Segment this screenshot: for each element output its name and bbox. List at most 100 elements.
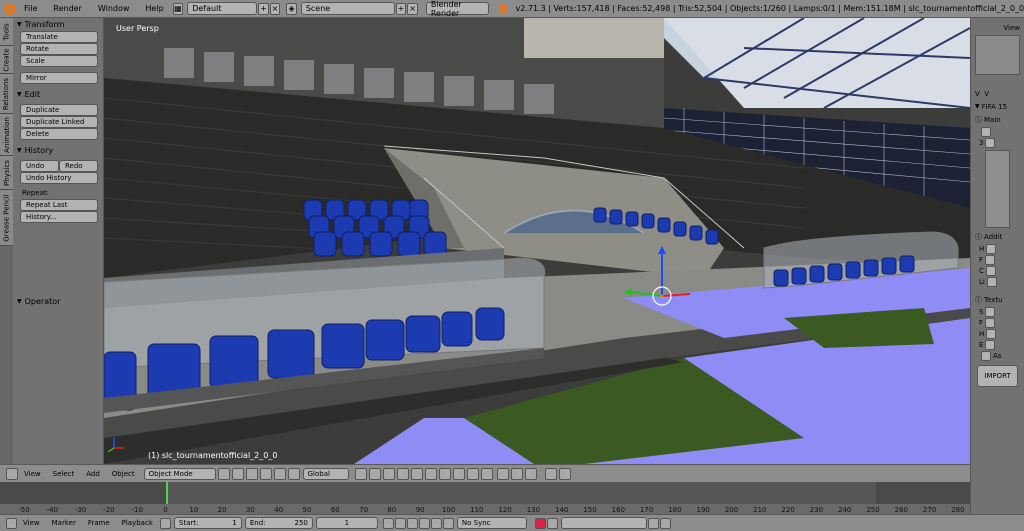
fifa-icon[interactable] (981, 126, 991, 137)
folder-icon[interactable] (985, 306, 996, 317)
menu-help[interactable]: Help (137, 4, 171, 13)
menu-object[interactable]: Object (106, 470, 141, 478)
layer-button[interactable] (466, 467, 479, 480)
duplicate-button[interactable]: Duplicate (20, 104, 98, 116)
layer-button[interactable] (480, 467, 493, 480)
history-panel-header[interactable]: ▼ History (13, 144, 103, 157)
start-frame-field[interactable]: Start: 1 (173, 517, 242, 529)
repeat-last-button[interactable]: Repeat Last (20, 199, 98, 211)
menu-window[interactable]: Window (90, 4, 138, 13)
tab-physics[interactable]: Physics (0, 156, 13, 190)
render-preview-icon[interactable] (544, 467, 557, 480)
folder-icon[interactable] (985, 254, 996, 265)
textu-subpanel-header[interactable]: ⓘ Textu (971, 293, 1024, 306)
tab-animation[interactable]: Animation (0, 114, 13, 156)
current-frame-field[interactable]: 1 (315, 517, 378, 529)
translate-manipulator-icon[interactable] (259, 467, 272, 480)
remove-scene-icon[interactable]: × (407, 2, 418, 15)
snap-icon[interactable] (510, 467, 523, 480)
folder-icon[interactable] (985, 317, 996, 328)
delete-keyframe-icon[interactable] (659, 517, 671, 529)
history-button[interactable]: History... (20, 211, 98, 223)
main-toggle[interactable] (985, 137, 996, 148)
outliner-area[interactable] (975, 35, 1020, 75)
scale-button[interactable]: Scale (20, 55, 98, 67)
rotate-button[interactable]: Rotate (20, 43, 98, 55)
timeline-editor[interactable]: -50 -40 -30 -20 -10 0 10 20 30 40 50 60 70 80 90 100 110… (0, 482, 970, 514)
blender-logo-icon[interactable] (4, 2, 16, 15)
next-keyframe-icon[interactable] (430, 517, 442, 529)
undo-history-button[interactable]: Undo History (20, 172, 98, 184)
transform-panel-header[interactable]: ▼ Transform (13, 18, 103, 31)
play-reverse-icon[interactable] (406, 517, 418, 529)
shading-icon[interactable] (217, 467, 230, 480)
import-button[interactable]: IMPORT (977, 365, 1018, 387)
menu-file[interactable]: File (16, 4, 45, 13)
menu-add[interactable]: Add (80, 470, 106, 478)
redo-button[interactable]: Redo (59, 160, 98, 172)
menu-view[interactable]: View (17, 519, 46, 527)
layer-button[interactable] (382, 467, 395, 480)
record-icon[interactable] (534, 517, 546, 529)
pivot-icon[interactable] (231, 467, 244, 480)
undo-button[interactable]: Undo (20, 160, 59, 172)
render-engine-select[interactable]: Blender Render (425, 0, 489, 18)
scene-select[interactable]: Scene (300, 2, 395, 15)
keying-set-field[interactable] (560, 517, 647, 529)
render-animation-icon[interactable] (558, 467, 571, 480)
tab-relations[interactable]: Relations (0, 74, 13, 114)
layer-button[interactable] (452, 467, 465, 480)
manipulator-toggle-icon[interactable] (245, 467, 258, 480)
snap-element-icon[interactable] (524, 467, 537, 480)
fifa-panel-header[interactable]: ▼ FIFA 15 (971, 100, 1024, 113)
tab-tools[interactable]: Tools (0, 18, 13, 46)
rotate-manipulator-icon[interactable] (273, 467, 286, 480)
layer-button[interactable] (396, 467, 409, 480)
editor-type-icon[interactable] (6, 517, 17, 529)
keying-set-icon[interactable] (546, 517, 558, 529)
folder-icon[interactable] (986, 328, 997, 339)
play-icon[interactable] (418, 517, 430, 529)
add-layout-icon[interactable]: + (258, 2, 269, 15)
menu-playback[interactable]: Playback (116, 519, 159, 527)
menu-select[interactable]: Select (47, 470, 81, 478)
jump-end-icon[interactable] (442, 517, 454, 529)
prev-keyframe-icon[interactable] (394, 517, 406, 529)
layout-select[interactable]: Default (187, 2, 258, 15)
sync-mode-select[interactable]: No Sync (456, 517, 527, 529)
layer-button[interactable] (354, 467, 367, 480)
preview-range-icon[interactable] (159, 517, 171, 529)
layer-button[interactable] (368, 467, 381, 480)
menu-view[interactable]: View (18, 470, 47, 478)
delete-button[interactable]: Delete (20, 128, 98, 140)
3d-viewport[interactable]: User Persp (1) slc_tournamentofficial_2_… (104, 18, 970, 464)
transform-orientation-select[interactable]: Global (302, 467, 349, 480)
add-scene-icon[interactable]: + (395, 2, 407, 15)
mirror-button[interactable]: Mirror (20, 72, 98, 84)
folder-icon[interactable] (985, 339, 996, 350)
layer-button[interactable] (410, 467, 423, 480)
end-frame-field[interactable]: End: 250 (244, 517, 313, 529)
menu-frame[interactable]: Frame (82, 519, 116, 527)
layer-button[interactable] (438, 467, 451, 480)
layer-button[interactable] (424, 467, 437, 480)
menu-marker[interactable]: Marker (46, 519, 82, 527)
folder-icon[interactable] (985, 265, 996, 276)
duplicate-linked-button[interactable]: Duplicate Linked (20, 116, 98, 128)
mode-select[interactable]: Object Mode (143, 467, 216, 480)
addit-subpanel-header[interactable]: ⓘ Addit (971, 230, 1024, 243)
insert-keyframe-icon[interactable] (647, 517, 659, 529)
operator-panel-header[interactable]: ▼ Operator (13, 295, 103, 308)
scale-manipulator-icon[interactable] (287, 467, 300, 480)
scene-icon[interactable]: ◈ (286, 2, 297, 15)
main-slider-area[interactable] (985, 150, 1010, 228)
tab-grease-pencil[interactable]: Grease Pencil (0, 190, 13, 246)
folder-icon[interactable] (986, 276, 997, 287)
as-checkbox[interactable] (981, 350, 991, 361)
main-subpanel-header[interactable]: ⓘ Main (971, 113, 1024, 126)
layout-icon[interactable]: ▦ (172, 2, 184, 15)
folder-icon[interactable] (986, 243, 997, 254)
editor-type-icon[interactable] (6, 467, 18, 480)
jump-start-icon[interactable] (382, 517, 394, 529)
tab-create[interactable]: Create (0, 46, 13, 74)
